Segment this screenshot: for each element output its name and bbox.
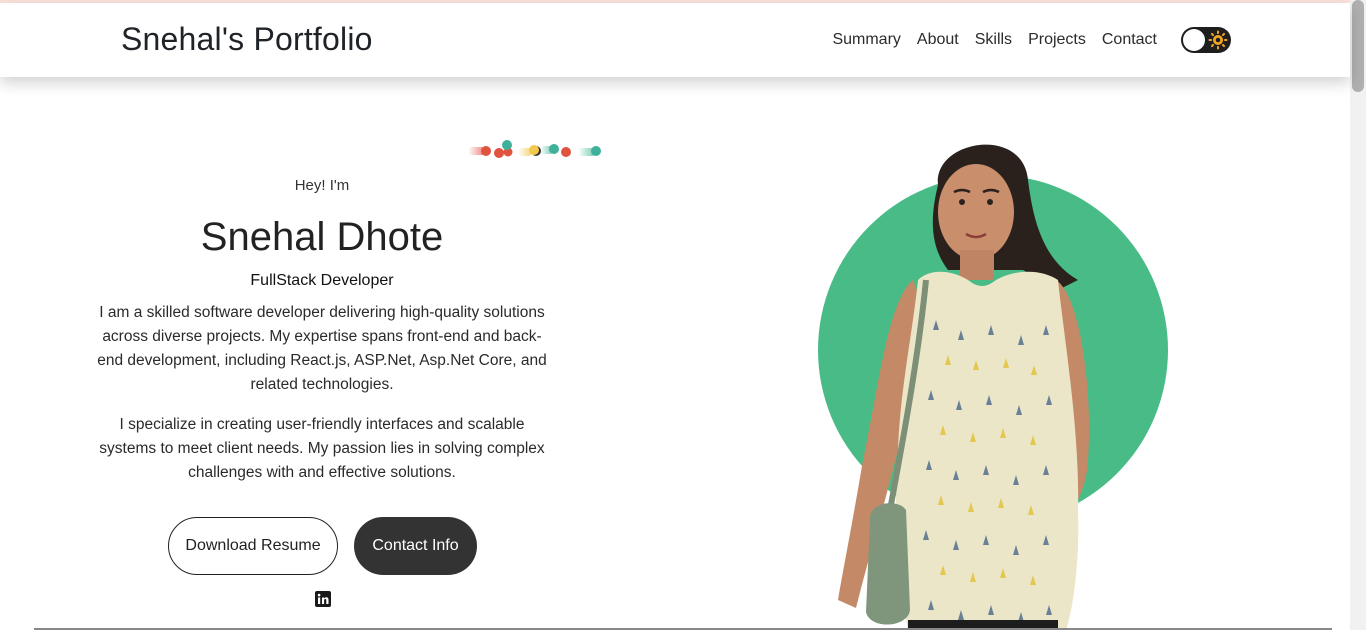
toggle-knob [1183, 29, 1205, 51]
contact-info-button[interactable]: Contact Info [354, 517, 477, 575]
nav-link-summary[interactable]: Summary [832, 31, 900, 49]
theme-toggle[interactable] [1181, 27, 1231, 53]
greeting-text: Hey! I'm [294, 177, 350, 194]
hero-role: FullStack Developer [250, 272, 394, 289]
nav-link-skills[interactable]: Skills [975, 31, 1012, 49]
loading-dots-decoration [468, 140, 601, 158]
navbar: Snehal's Portfolio Summary About Skills … [0, 3, 1350, 77]
profile-photo [838, 144, 1090, 630]
download-resume-button[interactable]: Download Resume [168, 517, 338, 575]
page-scrollbar[interactable] [1350, 0, 1366, 630]
brand-title[interactable]: Snehal's Portfolio [121, 21, 373, 58]
sun-icon [1208, 30, 1228, 50]
hero-name: Snehal Dhote [200, 215, 444, 259]
linkedin-icon[interactable] [315, 591, 331, 607]
nav-link-contact[interactable]: Contact [1102, 31, 1157, 49]
intro-paragraph-2: I specialize in creating user-friendly i… [99, 416, 545, 481]
nav-link-projects[interactable]: Projects [1028, 31, 1086, 49]
intro-paragraph-1: I am a skilled software developer delive… [97, 304, 547, 393]
nav-link-about[interactable]: About [917, 31, 959, 49]
scrollbar-thumb[interactable] [1352, 0, 1364, 92]
nav-links: Summary About Skills Projects Contact [832, 31, 1157, 49]
